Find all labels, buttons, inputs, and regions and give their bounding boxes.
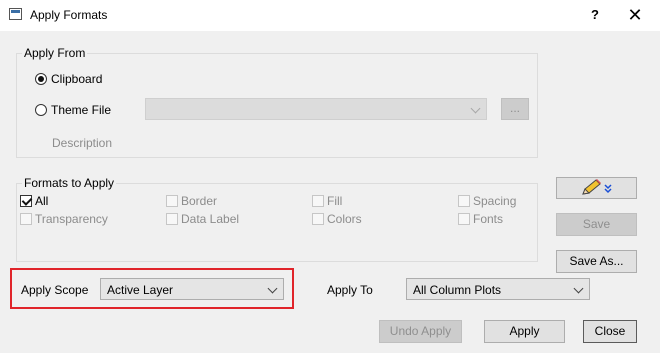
pencil-icon bbox=[581, 179, 612, 195]
fonts-checkbox[interactable] bbox=[458, 213, 470, 225]
border-checkbox[interactable] bbox=[166, 195, 178, 207]
transparency-label[interactable]: Transparency bbox=[35, 212, 108, 226]
description-label: Description bbox=[52, 136, 113, 150]
theme-file-radio[interactable] bbox=[35, 104, 47, 116]
apply-from-legend: Apply From bbox=[24, 46, 86, 60]
spacing-checkbox[interactable] bbox=[458, 195, 470, 207]
edit-format-button[interactable] bbox=[556, 177, 637, 199]
save-as-button[interactable]: Save As... bbox=[556, 250, 637, 273]
spacing-label[interactable]: Spacing bbox=[473, 194, 516, 208]
apply-to-value: All Column Plots bbox=[413, 283, 502, 297]
data-label-label[interactable]: Data Label bbox=[181, 212, 239, 226]
data-label-checkbox[interactable] bbox=[166, 213, 178, 225]
colors-label[interactable]: Colors bbox=[327, 212, 362, 226]
fill-label[interactable]: Fill bbox=[327, 194, 342, 208]
save-button[interactable]: Save bbox=[556, 213, 637, 236]
clipboard-label[interactable]: Clipboard bbox=[51, 72, 102, 86]
close-button[interactable]: Close bbox=[583, 320, 637, 343]
border-label[interactable]: Border bbox=[181, 194, 217, 208]
all-label[interactable]: All bbox=[35, 194, 48, 208]
apply-scope-label: Apply Scope bbox=[21, 283, 89, 297]
app-icon bbox=[9, 8, 22, 20]
browse-button[interactable]: ... bbox=[501, 98, 529, 120]
apply-button[interactable]: Apply bbox=[484, 320, 565, 343]
fill-checkbox[interactable] bbox=[312, 195, 324, 207]
apply-scope-value: Active Layer bbox=[107, 283, 174, 297]
window-title: Apply Formats bbox=[30, 8, 108, 22]
fonts-label[interactable]: Fonts bbox=[473, 212, 503, 226]
apply-scope-dropdown[interactable]: Active Layer bbox=[100, 278, 284, 300]
chevron-down-icon bbox=[573, 283, 584, 294]
theme-file-label[interactable]: Theme File bbox=[51, 103, 111, 117]
apply-to-dropdown[interactable]: All Column Plots bbox=[406, 278, 590, 300]
apply-to-label: Apply To bbox=[327, 283, 373, 297]
transparency-checkbox[interactable] bbox=[20, 213, 32, 225]
formats-legend: Formats to Apply bbox=[24, 176, 115, 190]
clipboard-radio[interactable] bbox=[35, 73, 47, 85]
chevron-down-icon bbox=[267, 283, 278, 294]
undo-apply-button[interactable]: Undo Apply bbox=[379, 320, 462, 343]
chevron-down-icon bbox=[470, 103, 481, 114]
close-icon[interactable]: ✕ bbox=[620, 3, 650, 27]
all-checkbox[interactable] bbox=[20, 195, 32, 207]
colors-checkbox[interactable] bbox=[312, 213, 324, 225]
theme-file-dropdown[interactable] bbox=[145, 98, 487, 120]
help-button[interactable]: ? bbox=[582, 5, 608, 25]
